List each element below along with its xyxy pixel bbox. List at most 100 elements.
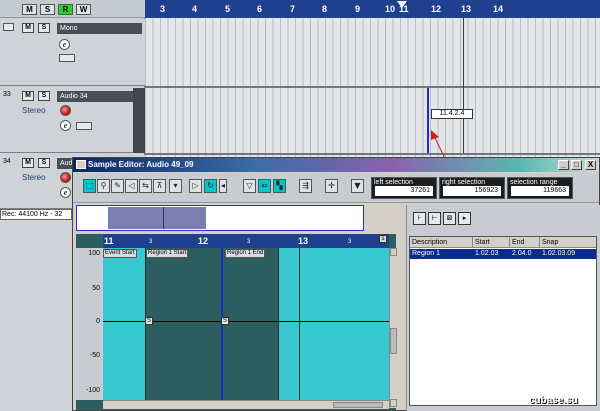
maximize-button[interactable]: □	[571, 160, 582, 170]
edit-channel-button[interactable]: e	[60, 120, 71, 131]
project-ruler[interactable]: 3 4 5 6 7 8 9 10 11 12 13 14	[145, 0, 600, 18]
overview-line[interactable]	[76, 205, 364, 231]
snap-point-marker[interactable]: S	[221, 317, 229, 325]
global-read-button[interactable]: R	[58, 4, 73, 15]
minimize-button[interactable]: _	[558, 160, 569, 170]
scroll-down-icon[interactable]	[390, 399, 397, 407]
track-type-label: Stereo	[22, 173, 46, 182]
editor-titlebar[interactable]: Sample Editor: Audio 49_09 _ □ X	[73, 158, 599, 172]
time-warp-tool-icon[interactable]: ⊼	[153, 179, 166, 193]
waveform-block	[278, 248, 299, 400]
axis-label: -50	[89, 352, 100, 359]
zoom-tool-icon[interactable]: ⚲	[97, 179, 110, 193]
close-button[interactable]: X	[585, 160, 596, 170]
ruler-label: 5	[225, 4, 231, 14]
snap-to-zero-icon[interactable]: ⇔	[258, 179, 271, 193]
remove-region-icon[interactable]: ⊠	[443, 212, 456, 225]
mute-button[interactable]: M	[22, 91, 34, 101]
volume-icon[interactable]: ◂	[219, 179, 227, 193]
snap-point-marker[interactable]: S	[145, 317, 153, 325]
track-mono[interactable]: M S Mono e	[0, 19, 145, 86]
event-start-flag[interactable]: Event Start	[103, 249, 137, 258]
region-start[interactable]: 1.02.03	[473, 249, 510, 259]
track-name[interactable]: Audio 34	[57, 91, 142, 102]
global-write-button[interactable]: W	[76, 4, 91, 15]
ruler-label: 4	[192, 4, 198, 14]
show-regions-icon[interactable]: ▽	[243, 179, 256, 193]
play-icon[interactable]: ▷	[189, 179, 202, 193]
loop-icon[interactable]: ↻	[204, 179, 217, 193]
solo-button[interactable]: S	[38, 23, 50, 33]
range-select-tool-icon[interactable]: ⬚	[83, 179, 96, 193]
set-region-icon[interactable]: ⊢	[428, 212, 441, 225]
column-header-start[interactable]: Start	[473, 237, 510, 248]
track-separator	[145, 86, 600, 88]
solo-button[interactable]: S	[38, 158, 50, 168]
scrub-tool-icon[interactable]: ⇆	[139, 179, 152, 193]
waveform-area[interactable]: Event Start Region 1 Start Region 1 End …	[103, 248, 389, 400]
mute-button[interactable]: M	[22, 158, 34, 168]
edit-channel-button[interactable]: e	[59, 39, 70, 50]
hitpoint-icon[interactable]: ⇶	[299, 179, 312, 193]
column-header-snap[interactable]: Snap	[540, 237, 596, 248]
folder-icon[interactable]	[59, 54, 75, 62]
vertical-scrollbar[interactable]	[389, 248, 397, 408]
autoscroll-icon[interactable]: ▚	[273, 179, 286, 193]
folder-icon[interactable]	[76, 122, 92, 130]
locator-marker-icon[interactable]	[397, 1, 407, 9]
ruler-label: 9	[355, 4, 361, 14]
ruler-label: 14	[493, 4, 504, 14]
ruler-label: 3	[160, 4, 166, 14]
window-icon	[76, 160, 86, 169]
region-table-header: Description Start End Snap	[410, 237, 596, 248]
mute-button[interactable]: M	[22, 23, 34, 33]
track-number: 34	[3, 158, 11, 165]
editor-ruler[interactable]: 11 3 12 3 13 3 s	[103, 234, 389, 248]
left-selection-label: left selection	[374, 179, 413, 186]
ruler-label: 12	[198, 236, 209, 246]
speaker-tool-icon[interactable]: ◁	[125, 179, 138, 193]
region-description[interactable]: Region 1	[410, 249, 473, 259]
folder-icon[interactable]	[3, 23, 14, 31]
audio-tempo-icon[interactable]: ✛	[325, 179, 338, 193]
axis-label: 100	[88, 250, 100, 257]
watermark: cubase.su	[529, 395, 578, 406]
global-solo-button[interactable]: S	[40, 4, 55, 15]
overview-selection[interactable]	[108, 207, 206, 229]
record-enable-button[interactable]	[60, 105, 71, 116]
scroll-up-icon[interactable]	[390, 248, 397, 256]
region-start-flag[interactable]: Region 1 Start	[146, 249, 189, 258]
horizontal-zoom-slider[interactable]	[333, 402, 383, 408]
add-region-icon[interactable]: ⊦	[413, 212, 426, 225]
track-name[interactable]: Audi	[57, 158, 74, 169]
funnel-icon[interactable]: ▼	[351, 179, 364, 193]
edit-channel-button[interactable]: e	[60, 187, 71, 198]
region-end-flag[interactable]: Region 1 End	[225, 249, 266, 258]
region-end[interactable]: 2.04.0	[510, 249, 540, 259]
ruler-label: 11	[104, 236, 114, 246]
play-region-icon[interactable]: ▸	[458, 212, 471, 225]
region-snap[interactable]: 1.02.03.09	[540, 249, 596, 259]
ruler-sub-label: 3	[348, 239, 352, 245]
horizontal-scrollbar[interactable]	[103, 400, 389, 409]
ruler-label: 8	[322, 4, 328, 14]
left-selection-field[interactable]: 37261	[375, 186, 433, 196]
right-selection-label: right selection	[442, 179, 486, 186]
track-separator	[145, 153, 600, 155]
column-header-end[interactable]: End	[510, 237, 540, 248]
axis-label: 50	[92, 285, 100, 292]
vertical-zoom-thumb[interactable]	[390, 328, 397, 354]
track-audio-34[interactable]: 33 M S Audio 34 Stereo e	[0, 88, 145, 153]
selection-range-field[interactable]: 119663	[511, 186, 569, 196]
ruler-snap-marker[interactable]: s	[379, 235, 387, 243]
right-selection-field[interactable]: 156923	[443, 186, 501, 196]
solo-button[interactable]: S	[38, 91, 50, 101]
track-name[interactable]: Mono	[57, 23, 142, 34]
column-header-description[interactable]: Description	[410, 237, 473, 248]
dropdown-icon[interactable]: ▾	[169, 179, 182, 193]
record-enable-button[interactable]	[60, 172, 71, 183]
global-mute-button[interactable]: M	[22, 4, 37, 15]
region-panel: ⊦ ⊢ ⊠ ▸ Description Start End Snap Regio…	[406, 205, 600, 411]
draw-tool-icon[interactable]: ✎	[111, 179, 124, 193]
table-row[interactable]: Region 1 1.02.03 2.04.0 1.02.03.09	[410, 249, 596, 259]
